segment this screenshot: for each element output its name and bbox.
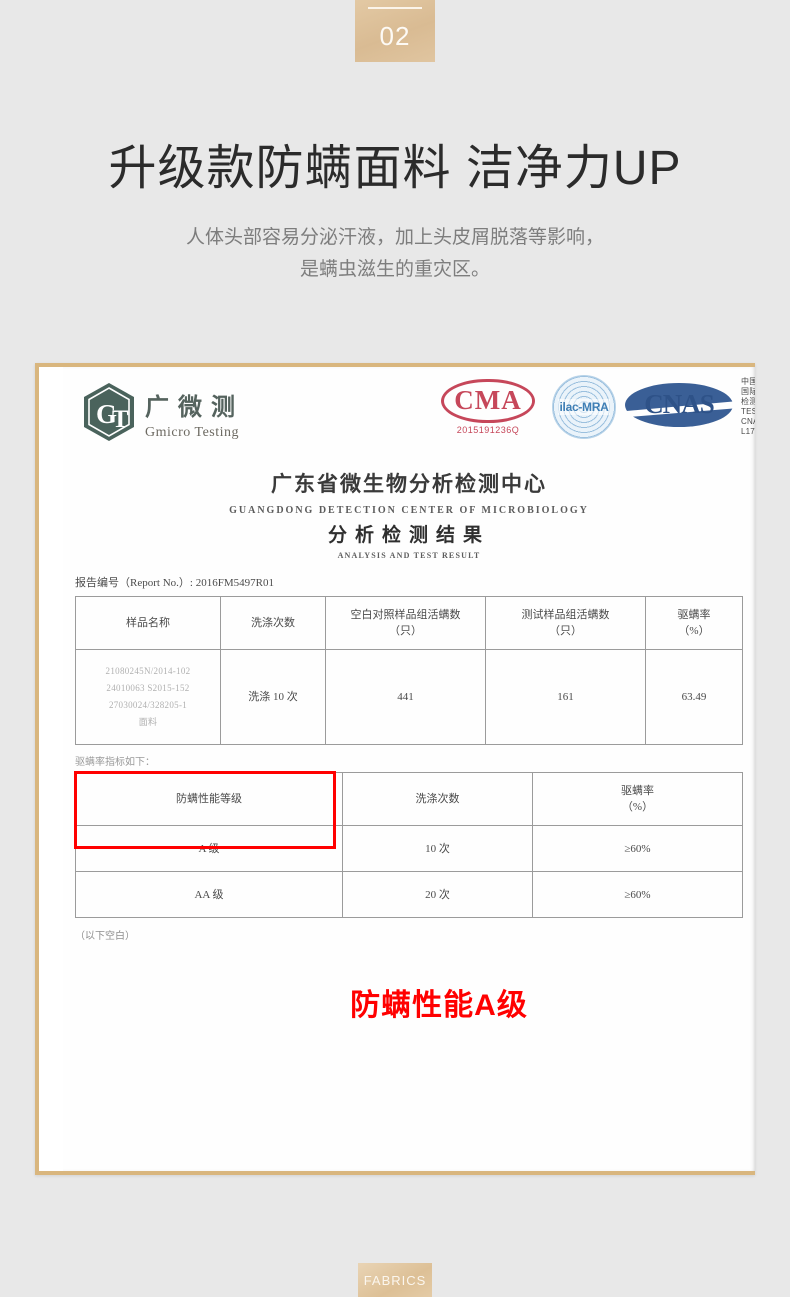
certificate-header: G T 广微测 Gmicro Testing CMA 2015191236Q i… [63,367,755,472]
sample-code-line-1: 21080245N/2014-102 [105,666,191,676]
header-wash-count: 洗涤次数 [220,596,326,650]
section-number: 02 [379,20,411,51]
cnas-label: CNAS [644,389,715,419]
report-number-value: 2016FM5497R01 [195,577,274,589]
subtitle-line-1: 人体头部容易分泌汗液，加上头皮屑脱落等影响， [185,227,604,248]
cma-logo-icon: CMA 2015191236Q [441,379,535,435]
gmicro-brand-name: 广微测 Gmicro Testing [145,387,244,441]
header-test-sample-line2: （只） [549,625,582,637]
header-grade-rate: 驱螨率 （%） [532,772,743,826]
badge-divider-line [368,7,422,9]
header-blank-control-line2: （只） [389,625,422,637]
grade-table: 防螨性能等级 洗涤次数 驱螨率 （%） A 级 10 次 ≥60% AA 级 2… [75,772,743,918]
brand-name-en: Gmicro Testing [145,425,240,440]
cnas-logo-icon: CNAS [623,381,735,431]
header-grade-level: 防螨性能等级 [75,772,343,826]
page-title: 升级款防螨面料 洁净力UP [108,142,682,195]
sample-material: 面料 [138,717,158,727]
sample-code-line-3: 27030024/328205-1 [108,700,188,710]
header-test-sample-line1: 测试样品组活螨数 [521,609,610,621]
grade-row-a: A 级 10 次 ≥60% [75,825,743,872]
grade-aa-rate: ≥60% [532,871,743,918]
sample-code-line-2: 24010063 S2015-152 [106,683,190,693]
cma-code: 2015191236Q [456,425,520,435]
test-result-table: 样品名称 洗涤次数 空白对照样品组活螨数 （只） 测试样品组活螨数 （只） 驱螨… [75,596,743,745]
header-grade-wash: 洗涤次数 [342,772,533,826]
blank-area-note: （以下空白） [75,931,135,942]
page-subtitle: 人体头部容易分泌汗液，加上头皮屑脱落等影响， 是螨虫滋生的重灾区。 [0,222,790,286]
subtitle-line-2: 是螨虫滋生的重灾区。 [299,259,490,280]
section-badge: 02 [355,0,435,62]
header-grade-rate-line2: （%） [621,801,654,813]
header-repel-rate-line2: （%） [678,625,710,637]
cell-repel-rate: 63.49 [645,649,743,745]
cma-label: CMA [441,379,535,423]
grade-aa-level: AA 级 [75,871,343,918]
header-repel-rate-line1: 驱螨率 [677,609,711,621]
cell-test-sample-count: 161 [485,649,646,745]
grade-aa-wash: 20 次 [342,871,533,918]
certificate-frame: G T 广微测 Gmicro Testing CMA 2015191236Q i… [35,363,755,1175]
header-repel-rate: 驱螨率 （%） [645,596,743,650]
grade-row-aa: AA 级 20 次 ≥60% [75,871,743,918]
grade-header-row: 防螨性能等级 洗涤次数 驱螨率 （%） [75,772,743,826]
grade-table-wrapper: 防螨性能等级 洗涤次数 驱螨率 （%） A 级 10 次 ≥60% AA 级 2… [63,771,755,918]
grade-a-wash: 10 次 [342,825,533,872]
grade-a-rate: ≥60% [532,825,743,872]
ilac-mra-logo-icon: ilac-MRA [552,375,616,439]
table-header-row: 样品名称 洗涤次数 空白对照样品组活螨数 （只） 测试样品组活螨数 （只） 驱螨… [75,596,743,650]
rate-criteria-note: 驱螨率指标如下： [75,757,155,768]
grade-a-level: A 级 [75,825,343,872]
table-row: 21080245N/2014-102 24010063 S2015-152 27… [75,649,743,745]
ilac-label: ilac-MRA [557,399,611,415]
header-blank-control: 空白对照样品组活螨数 （只） [325,596,486,650]
certificate-org-title-en: GUANGDONG DETECTION CENTER OF MICROBIOLO… [229,505,589,516]
report-number-label: 报告编号（Report No.）: [75,577,193,589]
cell-wash-count: 洗涤 10 次 [220,649,326,745]
result-stamp-text: 防螨性能A级 [350,989,528,1022]
cell-blank-control-count: 441 [325,649,486,745]
footer-tag: FABRICS [358,1263,432,1297]
brand-name-cn: 广微测 [145,394,244,421]
header-grade-rate-line1: 驱螨率 [621,785,654,797]
footer-label: FABRICS [363,1272,427,1288]
certificate-page: G T 广微测 Gmicro Testing CMA 2015191236Q i… [63,367,755,1171]
cnas-accreditation-note: 中国认可国际互认检测TESTINGCNAS L17 [741,377,755,436]
certificate-result-title-en: ANALYSIS AND TEST RESULT [337,551,481,560]
gmicro-logo-icon: G T [81,381,137,443]
certificate-result-title-cn: 分析检测结果 [327,525,490,546]
svg-text:T: T [112,406,129,433]
cell-sample-name: 21080245N/2014-102 24010063 S2015-152 27… [75,649,221,745]
header-sample-name: 样品名称 [75,596,221,650]
header-test-sample: 测试样品组活螨数 （只） [485,596,646,650]
header-blank-control-line1: 空白对照样品组活螨数 [350,609,461,621]
certificate-org-title-cn: 广东省微生物分析检测中心 [271,472,547,496]
report-number: 报告编号（Report No.）: 2016FM5497R01 [75,574,755,590]
